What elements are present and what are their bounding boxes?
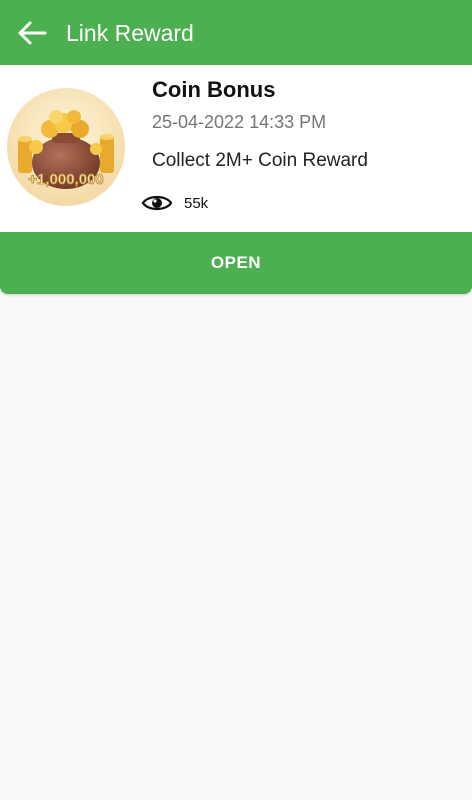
card-date: 25-04-2022 14:33 PM	[152, 112, 327, 132]
page-title: Link Reward	[66, 20, 194, 46]
coin-bag-thumbnail: +1,000,000	[7, 88, 125, 206]
views-count: 55k	[184, 195, 209, 212]
back-button[interactable]	[8, 12, 56, 54]
arrow-left-icon	[18, 21, 47, 45]
reward-card: +1,000,000 Coin Bonus 25-04-2022 14:33 P…	[0, 66, 472, 294]
open-button[interactable]: OPEN	[0, 232, 472, 294]
svg-text:+1,000,000: +1,000,000	[28, 171, 104, 188]
card-title: Coin Bonus	[152, 77, 276, 102]
app-bar: Link Reward	[0, 0, 472, 65]
card-description: Collect 2M+ Coin Reward	[152, 150, 368, 171]
eye-icon	[141, 195, 173, 211]
